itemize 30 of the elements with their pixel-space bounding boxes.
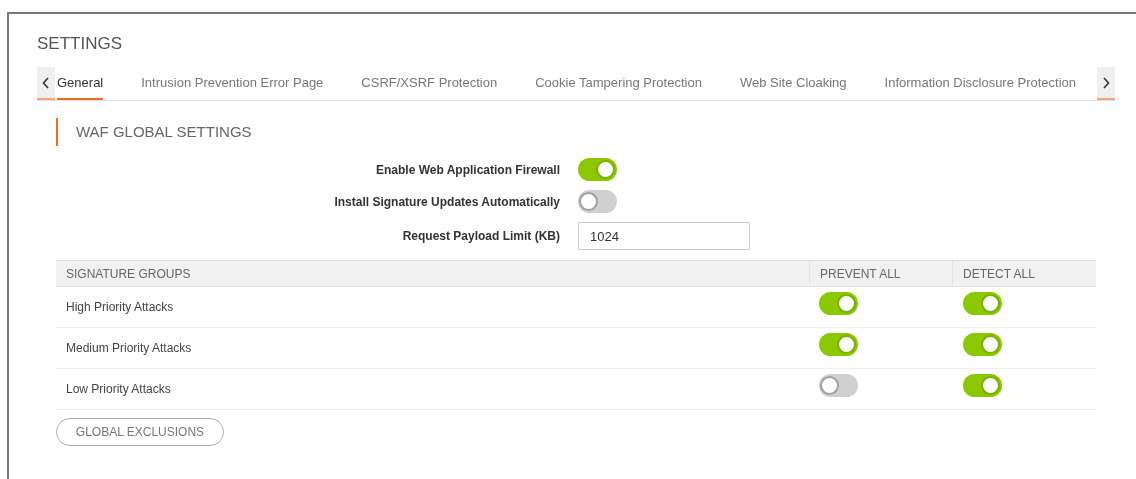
column-header: DETECT ALL	[952, 261, 1095, 286]
prevent-toggle[interactable]	[819, 374, 858, 397]
detect-toggle[interactable]	[963, 292, 1002, 315]
tab[interactable]: Web Site Cloaking	[739, 67, 847, 100]
setting-label: Install Signature Updates Automatically	[333, 193, 561, 211]
scroll-left-button[interactable]	[37, 67, 55, 100]
tab[interactable]: Information Disclosure Protection	[884, 67, 1077, 100]
column-header: SIGNATURE GROUPS	[65, 265, 192, 283]
chevron-left-icon	[42, 76, 50, 89]
column-header: PREVENT ALL	[809, 261, 952, 286]
toggle-switch[interactable]	[578, 190, 617, 213]
detect-toggle[interactable]	[963, 333, 1002, 356]
tab[interactable]: Cookie Tampering Protection	[535, 67, 702, 100]
table-cell-text: Medium Priority Attacks	[65, 340, 193, 357]
setting-label: Request Payload Limit (KB)	[401, 228, 561, 245]
input-field[interactable]: 1024	[578, 222, 750, 250]
table-cell-text: Low Priority Attacks	[65, 381, 172, 398]
prevent-toggle[interactable]	[819, 333, 858, 356]
toggle-switch[interactable]	[578, 158, 617, 181]
setting-label: Enable Web Application Firewall	[374, 161, 561, 179]
table-cell-text: High Priority Attacks	[65, 299, 175, 316]
tab[interactable]: Intrusion Prevention Error Page	[141, 67, 324, 100]
tab[interactable]: General	[57, 67, 104, 100]
prevent-toggle[interactable]	[819, 292, 858, 315]
scroll-right-button[interactable]	[1097, 67, 1115, 100]
detect-toggle[interactable]	[963, 374, 1002, 397]
section-title: WAF GLOBAL SETTINGS	[76, 121, 252, 142]
chevron-right-icon	[1102, 76, 1110, 89]
tab[interactable]: CSRF/XSRF Protection	[361, 67, 498, 100]
page-title: SETTINGS	[37, 34, 123, 54]
